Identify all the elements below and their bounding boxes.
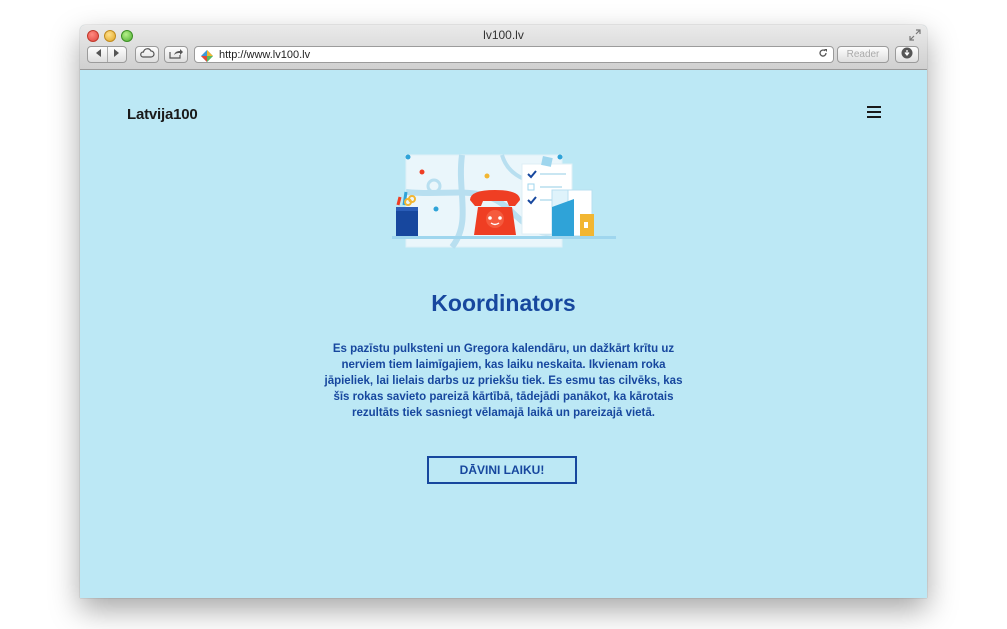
downloads-button[interactable] (895, 46, 919, 63)
page-title: Koordinators (431, 290, 576, 316)
resize-icon[interactable] (909, 29, 921, 41)
site-logo[interactable]: Latvija100 (127, 106, 198, 123)
share-icon (169, 48, 183, 62)
description-text: Es pazīstu pulksteni un Gregora kalendār… (324, 343, 683, 419)
divider (106, 47, 108, 62)
address-bar[interactable]: http://www.lv100.lv (194, 46, 834, 63)
back-arrow-icon[interactable] (95, 49, 103, 60)
cloud-icon (139, 48, 155, 61)
reader-button[interactable]: Reader (837, 46, 889, 63)
web-page: Latvija100 Koordinators Es pazīstu pulks… (80, 70, 927, 598)
share-button[interactable] (164, 46, 188, 63)
icloud-tabs-button[interactable] (135, 46, 159, 63)
favicon (201, 49, 213, 62)
window-title: lv100.lv (483, 28, 524, 42)
browser-toolbar: lv100.lv http://www.lv100.lv Reader (80, 25, 927, 70)
back-forward-group (87, 46, 127, 63)
hamburger-menu-icon[interactable] (867, 106, 881, 118)
forward-arrow-icon[interactable] (112, 49, 120, 60)
donate-time-button[interactable]: DĀVINI LAIKU! (427, 456, 577, 484)
reload-icon[interactable] (818, 48, 828, 61)
download-icon (901, 47, 913, 62)
coordinator-illustration (392, 154, 616, 249)
browser-window: lv100.lv http://www.lv100.lv Reader Latv… (80, 25, 927, 598)
url-text: http://www.lv100.lv (219, 48, 311, 61)
